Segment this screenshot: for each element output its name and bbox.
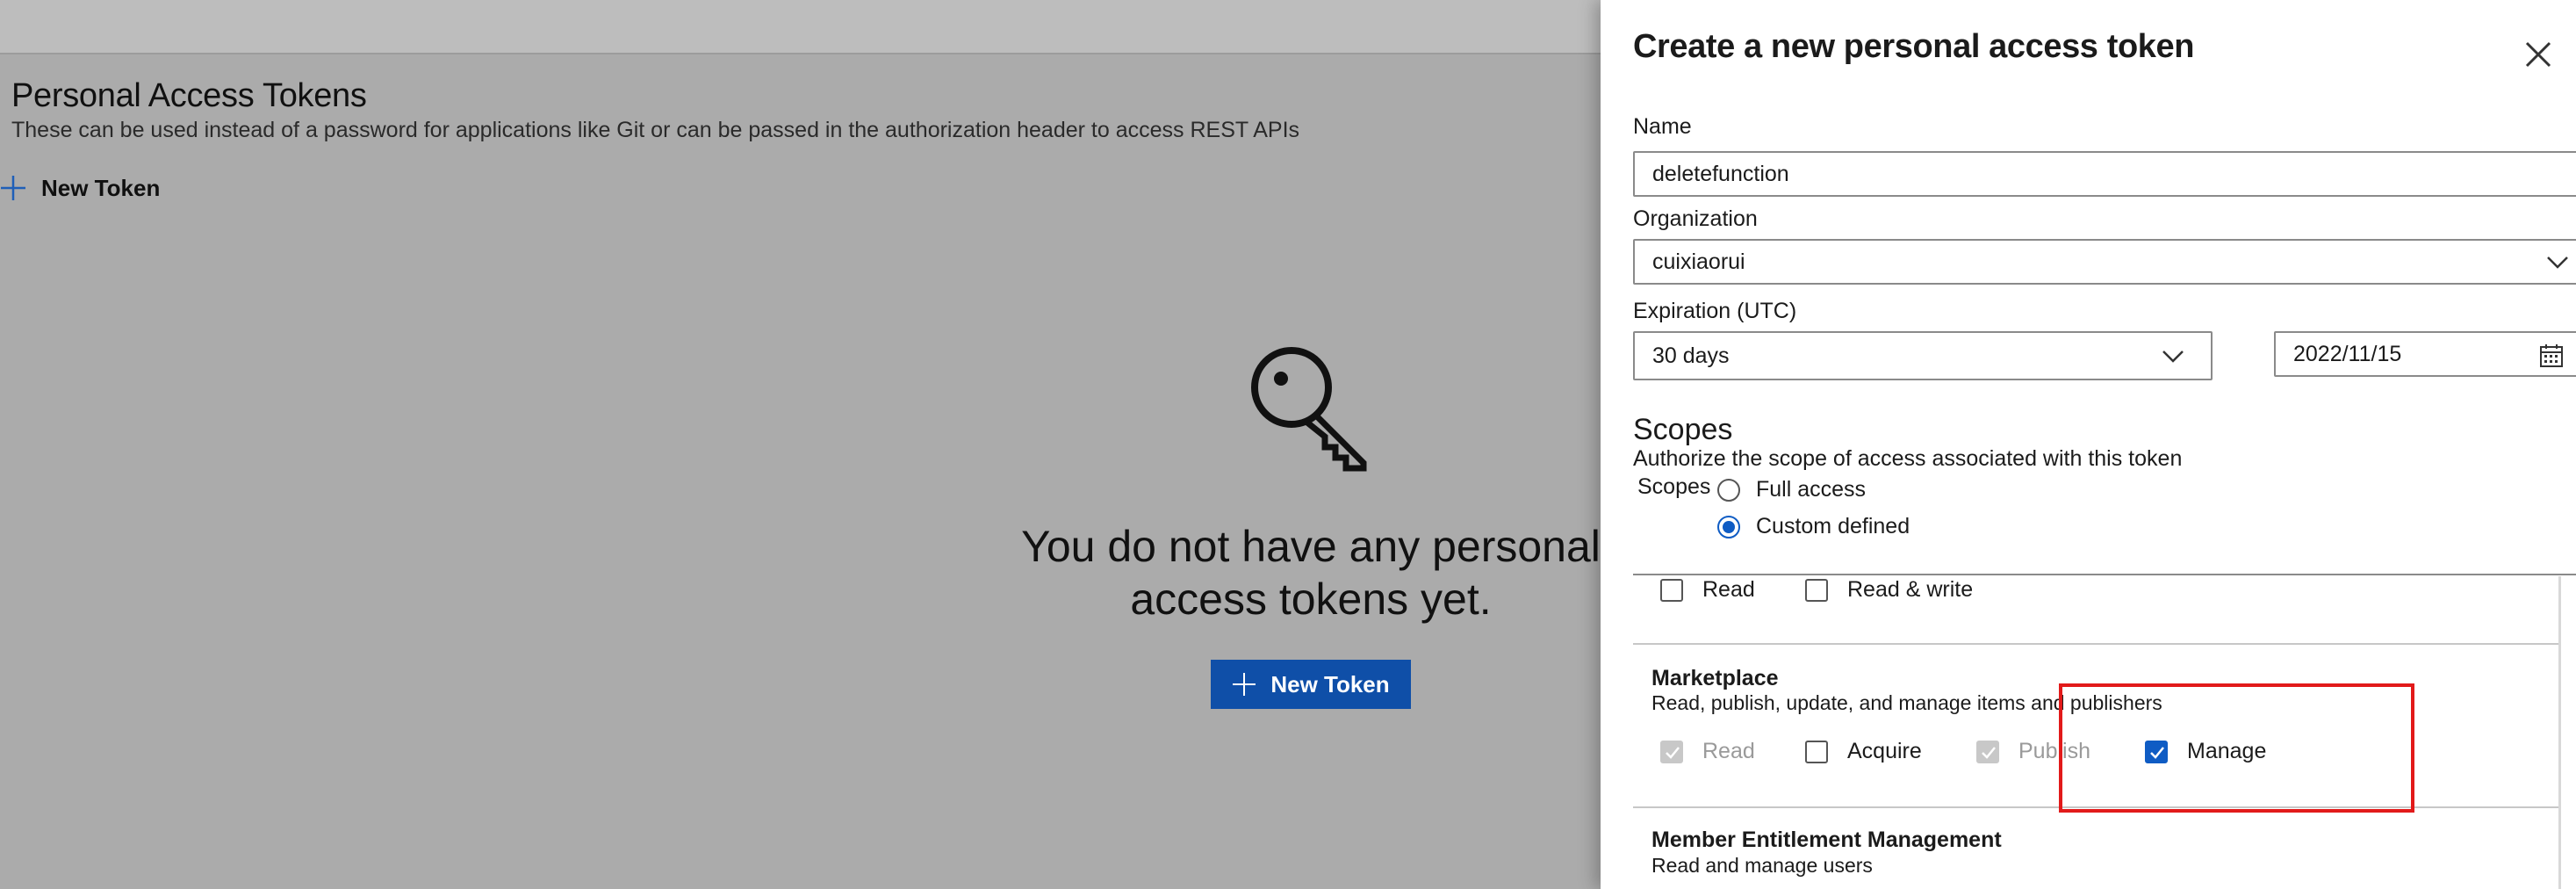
highlight-box — [2059, 683, 2414, 813]
marketplace-acquire-label: Acquire — [1847, 739, 1922, 763]
prev-read-write-checkbox[interactable]: Read & write — [1805, 577, 1973, 603]
new-token-link-label: New Token — [41, 174, 161, 201]
scopes-inline-label: Scopes — [1637, 474, 1711, 499]
organization-label: Organization — [1633, 206, 1758, 231]
checkbox-checked-disabled[interactable] — [1976, 740, 1999, 763]
radio-custom-defined-label: Custom defined — [1756, 514, 1910, 538]
radio-full-access[interactable]: Full access — [1717, 477, 1866, 502]
chevron-down-icon — [2547, 257, 2568, 269]
plus-icon — [1233, 673, 1256, 696]
radio-button-checked[interactable] — [1717, 515, 1740, 538]
expiration-date-input[interactable]: 2022/11/15 — [2274, 331, 2576, 377]
member-entitlement-description: Read and manage users — [1651, 854, 1873, 877]
new-token-link[interactable]: New Token — [0, 172, 160, 204]
organization-select-value: cuixiaorui — [1652, 249, 1745, 274]
marketplace-acquire-checkbox[interactable]: Acquire — [1805, 739, 1922, 764]
marketplace-title: Marketplace — [1651, 666, 1779, 690]
page-title: Personal Access Tokens — [11, 77, 367, 114]
checkbox[interactable] — [1660, 578, 1683, 602]
marketplace-read-label: Read — [1702, 739, 1755, 763]
radio-button[interactable] — [1717, 478, 1740, 502]
name-input-value: deletefunction — [1652, 161, 1789, 186]
scopes-heading: Scopes — [1633, 413, 1733, 446]
calendar-icon[interactable] — [2539, 343, 2564, 368]
prev-read-checkbox[interactable]: Read — [1660, 577, 1755, 603]
scopes-description: Authorize the scope of access associated… — [1633, 446, 2183, 471]
new-token-button-label: New Token — [1270, 670, 1390, 697]
close-icon[interactable] — [2522, 39, 2554, 70]
empty-state-message: You do not have any personal access toke… — [992, 520, 1630, 625]
marketplace-read-checkbox[interactable]: Read — [1660, 739, 1755, 764]
new-token-button[interactable]: New Token — [1211, 660, 1411, 709]
prev-read-write-label: Read & write — [1847, 577, 1974, 602]
scrollbar[interactable] — [2558, 576, 2561, 889]
check-icon — [1666, 746, 1680, 759]
page-subtitle: These can be used instead of a password … — [11, 118, 1300, 142]
expiration-select[interactable]: 30 days — [1633, 331, 2213, 380]
radio-custom-defined[interactable]: Custom defined — [1717, 514, 1910, 539]
member-entitlement-title: Member Entitlement Management — [1651, 828, 2002, 852]
checkbox-checked-disabled[interactable] — [1660, 740, 1683, 763]
chevron-down-icon — [2162, 351, 2184, 363]
empty-state-line-1: You do not have any personal — [1021, 522, 1601, 571]
radio-full-access-label: Full access — [1756, 477, 1867, 502]
checkbox[interactable] — [1805, 578, 1828, 602]
expiration-label: Expiration (UTC) — [1633, 299, 1797, 323]
expiration-select-value: 30 days — [1652, 343, 1730, 368]
scopes-list-top-divider — [1633, 574, 2576, 575]
expiration-date-value: 2022/11/15 — [2293, 341, 2402, 366]
checkbox[interactable] — [1805, 740, 1828, 763]
empty-state-line-2: access tokens yet. — [1130, 575, 1492, 624]
name-label: Name — [1633, 114, 1692, 139]
name-input[interactable]: deletefunction — [1633, 151, 2576, 197]
plus-icon — [1, 176, 25, 200]
prev-read-label: Read — [1702, 577, 1755, 602]
panel-title: Create a new personal access token — [1633, 28, 2195, 65]
key-icon — [1251, 347, 1367, 472]
section-divider — [1633, 643, 2558, 645]
organization-select[interactable]: cuixiaorui — [1633, 239, 2576, 285]
check-icon — [1982, 746, 1996, 759]
